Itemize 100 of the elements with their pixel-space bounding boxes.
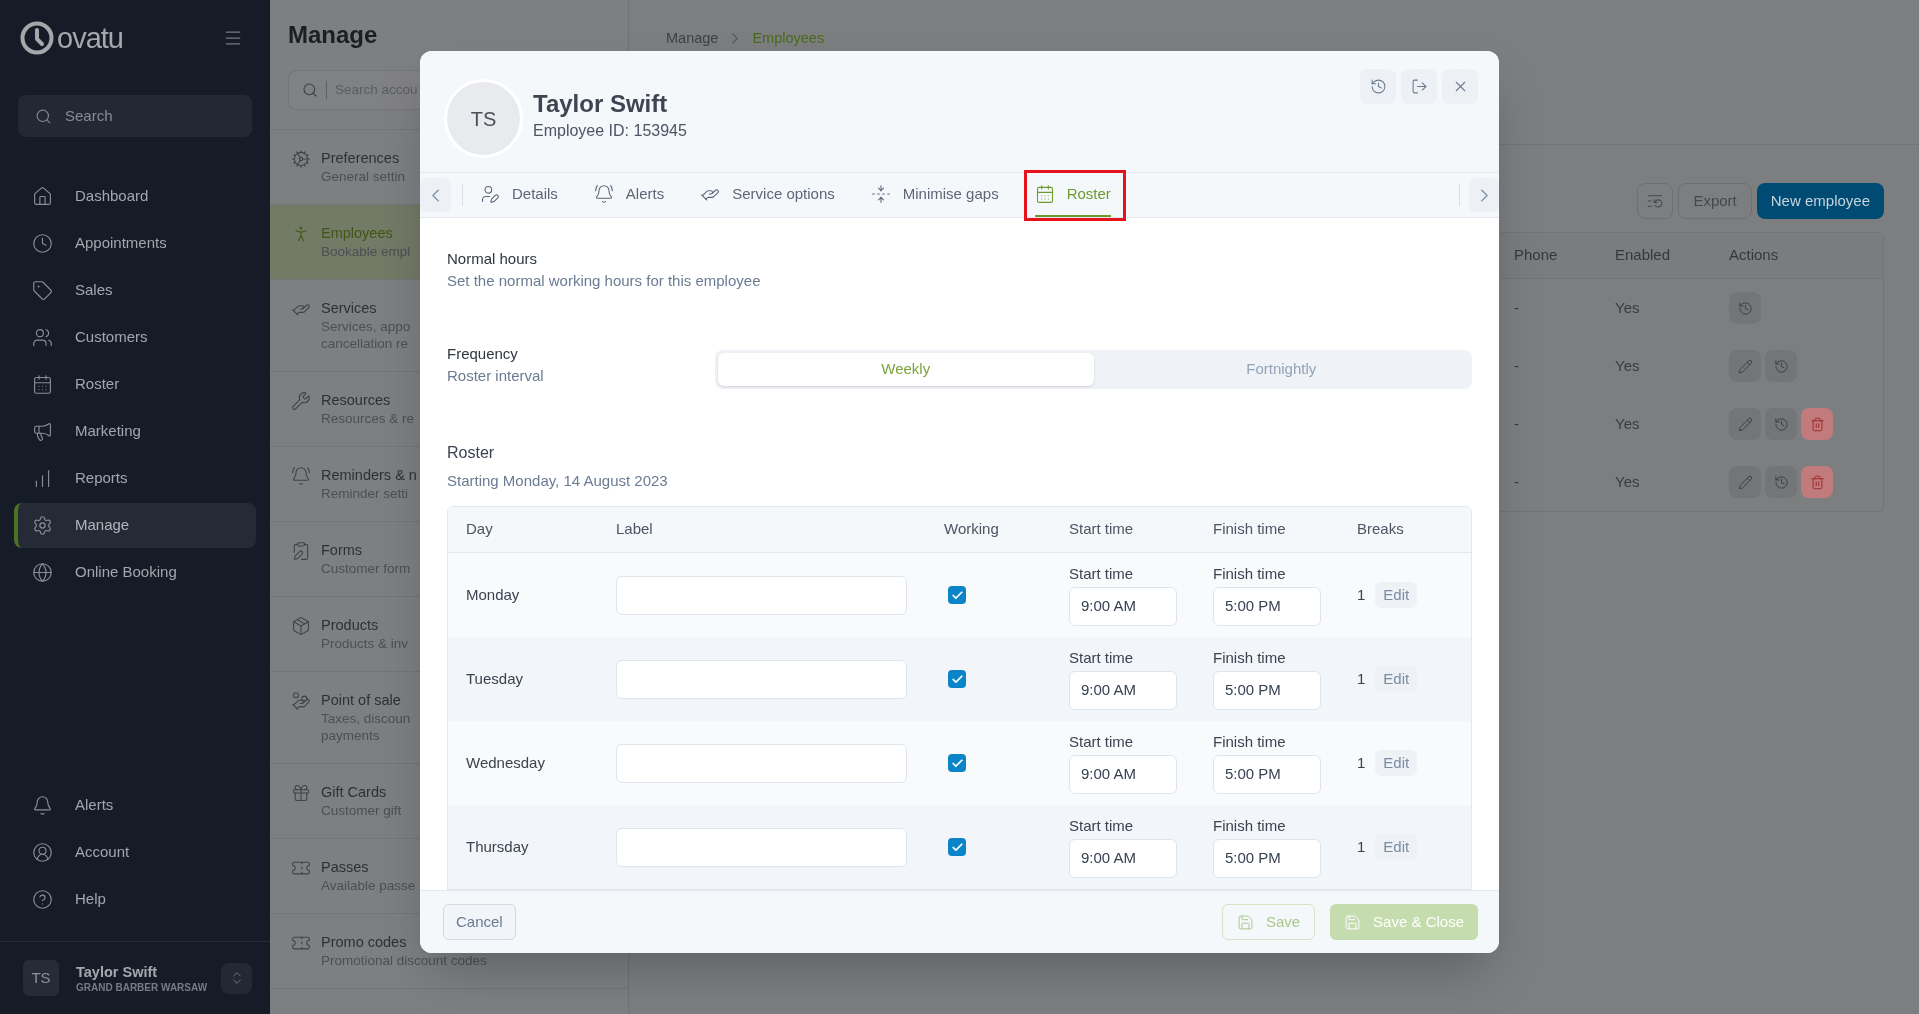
table-cell-text: Yes [1615,355,1640,376]
column-header: Actions [1729,245,1779,266]
wrench-icon [291,391,311,411]
history-button[interactable] [1765,408,1797,440]
history-button[interactable] [1765,466,1797,498]
employee-avatar: TS [444,79,523,158]
help-icon [32,889,53,910]
table-cell-text: Yes [1615,413,1640,434]
day-name: Monday [466,584,520,605]
field-label: Finish time [1213,648,1287,668]
chevron-right-icon [732,33,739,44]
checkbox[interactable] [948,754,966,772]
day-name: Wednesday [466,752,545,773]
edit-button[interactable] [1729,408,1761,440]
column-header: Finish time [1213,519,1286,540]
tab[interactable]: Alerts [593,173,665,217]
checkbox[interactable] [948,586,966,604]
employee-id: Employee ID: 153945 [533,121,687,141]
checkbox[interactable] [948,670,966,688]
checkbox[interactable] [948,838,966,856]
new-employee-button[interactable]: New employee [1756,183,1884,219]
nav-item[interactable]: Help [14,877,256,922]
fold-vertical-icon [870,184,891,204]
exit-button[interactable] [1401,69,1437,104]
day-name: Tuesday [466,668,523,689]
nav-item[interactable]: Manage [14,503,256,548]
finish-time-field[interactable]: 5:00 PM [1213,587,1321,626]
nav-item[interactable]: Roster [14,362,256,407]
save-icon [1344,913,1362,931]
scroll-right-button[interactable] [1469,178,1499,212]
nav-item[interactable]: Alerts [14,783,256,828]
delete-button[interactable] [1801,408,1833,440]
search-icon [35,107,52,125]
history-button[interactable] [1729,292,1761,324]
gear-icon [32,515,53,536]
nav-item[interactable]: Online Booking [14,550,256,595]
nav-item[interactable]: Marketing [14,409,256,454]
pencil-icon [1737,358,1753,374]
calendar-icon [1034,184,1055,204]
edit-button[interactable] [1729,466,1761,498]
history-icon [1369,78,1387,95]
field-label: Start time [1069,816,1135,836]
search-field[interactable]: Search [18,95,252,137]
history-button[interactable] [1765,350,1797,382]
pencil-icon [1737,474,1753,490]
tab[interactable]: Roster [1034,173,1111,217]
check-icon [950,672,964,686]
field-label: Finish time [1213,564,1287,584]
label-input[interactable] [616,827,907,867]
nav-item[interactable]: Sales [14,268,256,313]
employee-name: Taylor Swift [533,89,669,119]
start-time-field[interactable]: 9:00 AM [1069,671,1177,710]
tab[interactable]: Minimise gaps [870,173,999,217]
user-name: Taylor Swift [76,962,159,981]
cancel-button[interactable]: Cancel [443,904,516,940]
label-input[interactable] [616,575,907,615]
section-description: Set the normal working hours for this employee [447,271,762,291]
nav-item[interactable]: Dashboard [14,174,256,219]
finish-time-field[interactable]: 5:00 PM [1213,671,1321,710]
chevron-left-icon [432,188,439,202]
label-input[interactable] [616,743,907,783]
list-arrow-button[interactable] [1637,183,1674,219]
column-header: Breaks [1357,519,1404,540]
account-switch-button[interactable] [221,962,252,994]
section-title: Normal hours [447,249,539,269]
edit-breaks-button[interactable]: Edit [1375,582,1418,608]
finish-time-field[interactable]: 5:00 PM [1213,839,1321,878]
nav-item[interactable]: Reports [14,456,256,501]
day-name: Thursday [466,836,529,857]
history-icon [1773,358,1789,374]
table-cell-text: Yes [1615,297,1640,318]
nav-item[interactable]: Appointments [14,221,256,266]
delete-button[interactable] [1801,466,1833,498]
edit-button[interactable] [1729,350,1761,382]
history-button[interactable] [1360,69,1396,104]
field-label: Start time [1069,732,1135,752]
logo-clock-icon [20,21,54,55]
start-time-field[interactable]: 9:00 AM [1069,755,1177,794]
clipboard-icon [291,541,311,561]
nav-item[interactable]: Customers [14,315,256,360]
finish-time-field[interactable]: 5:00 PM [1213,755,1321,794]
calendar-icon [32,374,53,395]
edit-breaks-button[interactable]: Edit [1375,666,1418,692]
tab[interactable]: Service options [700,173,835,217]
gear-icon [291,149,311,169]
scroll-left-button[interactable] [420,178,451,212]
frequency-option[interactable]: Weekly [718,353,1094,386]
breaks-count: 1 [1357,584,1366,605]
business-name: GRAND BARBER WARSAW [76,980,208,994]
nav-item[interactable]: Account [14,830,256,875]
clock-icon [32,233,53,254]
start-time-field[interactable]: 9:00 AM [1069,839,1177,878]
label-input[interactable] [616,659,907,699]
edit-breaks-button[interactable]: Edit [1375,834,1418,860]
start-time-field[interactable]: 9:00 AM [1069,587,1177,626]
edit-breaks-button[interactable]: Edit [1375,750,1418,776]
bell-ring-icon [593,184,614,204]
close-button[interactable] [1442,69,1478,104]
trash-icon [1809,416,1825,432]
tab[interactable]: Details [480,173,558,217]
